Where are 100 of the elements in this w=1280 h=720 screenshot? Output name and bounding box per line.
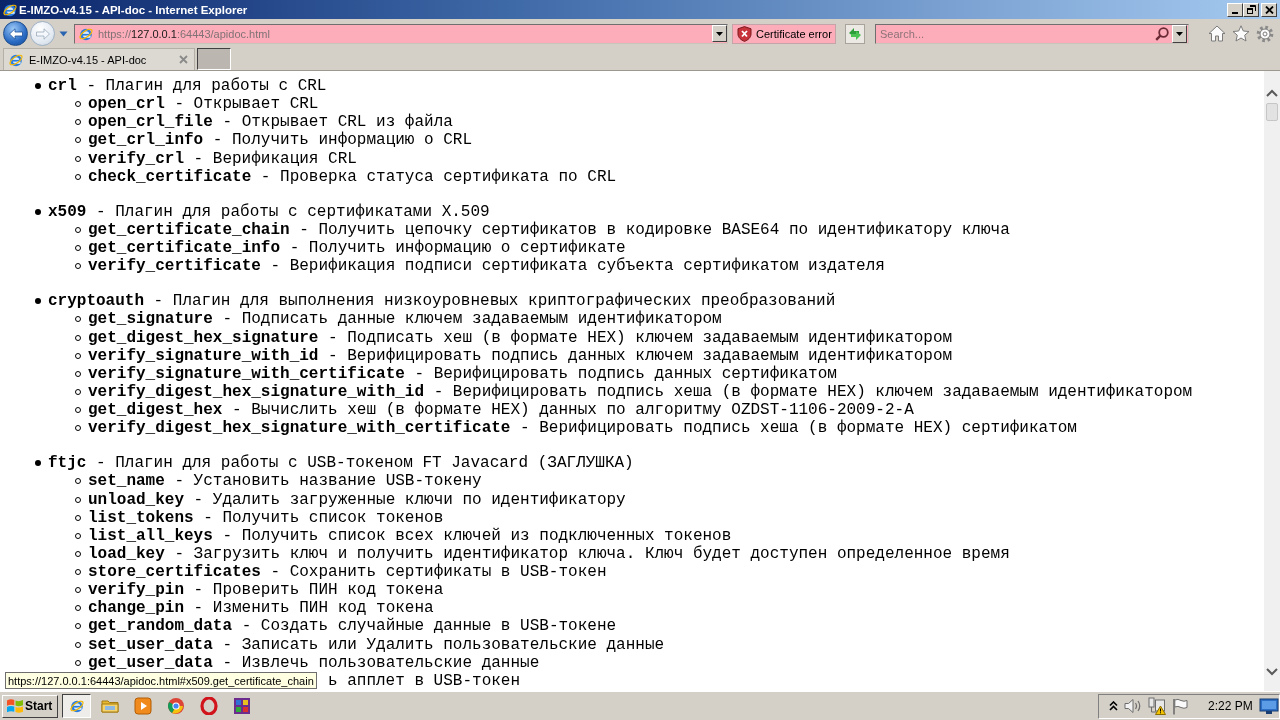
method-description: ь апплет в USB-токен [328,671,521,690]
method-description: - Верификация CRL [193,149,357,168]
method-link[interactable]: verify_crl [88,149,184,168]
method-link[interactable]: get_random_data [88,617,233,636]
method-description: - Верифицировать подпись хеша (в формате HEX) сертификатом [520,419,1077,438]
method-description: - Подписать хеш (в формате HEX) ключем задаваемым идентификатором [328,328,953,347]
method-description: - Создать случайные данные в USB-токене [241,617,617,636]
method-link[interactable]: verify_signature_with_certificate [88,364,405,383]
method-link[interactable]: get_certificate_chain [88,220,290,239]
method-description: - Удалить загруженные ключи по идентификатору [193,490,626,509]
method-link[interactable]: load_key [88,544,165,563]
restore-icon [1246,5,1256,14]
scroll-thumb[interactable] [1266,103,1278,121]
browser-tab[interactable]: E-IMZO-v4.15 - API-doc [3,48,195,70]
method-description: - Верифицировать подпись данных ключем задаваемым идентификатором [328,346,953,365]
method-description: - Установить название USB-токену [174,472,482,491]
star-icon[interactable] [1232,25,1250,42]
method-description: - Верифицировать подпись данных сертификатом [414,364,837,383]
plugin-description: - Плагин для выполнения низкоуровневых криптографических преобразований [153,292,836,311]
window-title: E-IMZO-v4.15 - API-doc - Internet Explorer [19,3,248,16]
plugin-link[interactable]: x509 [48,202,87,221]
method-description: - Подписать данные ключем задаваемым идентификатором [222,310,722,329]
method-link[interactable]: open_crl [88,95,165,114]
method-link[interactable]: open_crl_file [88,113,213,132]
back-arrow-icon [8,27,23,40]
address-field[interactable]: https://127.0.0.1:64443/apidoc.html [74,23,728,44]
search-field[interactable]: Search... [875,23,1189,44]
scroll-down-icon[interactable] [1266,668,1278,676]
method-link[interactable]: get_user_data [88,653,213,672]
scrollbar[interactable] [1264,71,1280,691]
settings-icon[interactable] [1256,24,1274,43]
method-link[interactable]: verify_pin [88,581,184,600]
method-link[interactable]: store_certificates [88,563,261,582]
method-link[interactable]: set_user_data [88,635,213,654]
caret-icon [1176,31,1183,36]
plugin-description: - Плагин для работы с USB-токеном FT Javacard (ЗАГЛУШКА) [96,454,634,473]
method-description: - Верификация подписи сертификата субъекта сертификатом издателя [270,257,885,276]
method-description: - Получить информацию о сертификате [289,239,626,258]
method-link[interactable]: change_pin [88,599,184,618]
search-icon[interactable] [1155,26,1169,41]
bullet-icon [35,298,41,305]
new-tab-button[interactable] [197,48,231,70]
speaker-icon[interactable] [1124,698,1142,714]
forward-arrow-icon [35,27,50,40]
method-link[interactable]: verify_digest_hex_signature_with_id [88,382,425,401]
method-link[interactable]: get_crl_info [88,131,204,150]
plugin-link[interactable]: cryptoauth [48,292,144,311]
method-link[interactable]: get_digest_hex_signature [88,328,319,347]
restore-button[interactable] [1243,2,1259,17]
flag-icon[interactable] [1172,697,1188,715]
method-link[interactable]: check_certificate [88,167,252,186]
method-link[interactable]: list_all_keys [88,526,213,545]
method-link[interactable]: list_tokens [88,508,194,527]
plugin-link[interactable]: ftjc [48,454,87,473]
method-description: - Верифицировать подпись хеша (в формате HEX) ключем задаваемым идентификатором [433,382,1193,401]
method-link[interactable]: set_name [88,472,165,491]
double-caret-icon[interactable] [1109,701,1118,711]
close-icon [1264,5,1274,14]
method-description: - Извлечь пользовательские данные [222,653,540,672]
home-icon[interactable] [1208,25,1226,42]
taskbar-button[interactable] [62,694,91,718]
blocks-icon [232,697,251,715]
close-icon[interactable] [179,55,188,64]
minimize-button[interactable] [1227,2,1243,17]
bullet-icon [35,208,41,215]
method-link[interactable]: get_certificate_info [88,239,281,258]
link-tooltip: https://127.0.0.1:64443/apidoc.html#x509.get_certificate_chain [5,672,317,689]
method-link[interactable]: unload_key [88,490,184,509]
folder-icon [100,697,119,715]
plugin-description: - Плагин для работы с CRL [86,77,327,96]
method-description: - Загрузить ключ и получить идентификатор ключа. Ключ будет доступен определенное время [174,544,1010,563]
start-button[interactable]: Start [2,694,58,718]
play-icon [133,697,152,715]
network-warning-icon[interactable] [1148,697,1166,715]
method-description: - Получить список всех ключей из подключенных токенов [222,526,732,545]
method-description: - Записать или Удалить пользовательские данные [222,635,665,654]
browser-icon [68,698,85,714]
caret-icon [716,31,723,36]
back-button[interactable] [3,21,28,46]
method-link[interactable]: verify_certificate [88,257,261,276]
method-description: - Получить информацию о CRL [212,131,473,150]
method-description: - Получить цепочку сертификатов в кодировке BASE64 по идентификатору ключа [299,220,1010,239]
scroll-up-icon[interactable] [1266,89,1278,97]
method-description: - Сохранить сертификаты в USB-токен [270,563,607,582]
method-link[interactable]: verify_digest_hex_signature_with_certificate [88,419,511,438]
method-description: - Открывает CRL [174,95,319,114]
method-link[interactable]: get_digest_hex [88,401,223,420]
method-description: - Вычислить хеш (в формате HEX) данных по алгоритму OZDST-1106-2009-2-A [232,401,914,420]
certificate-error-button[interactable]: Certificate error [732,23,836,44]
start-logo-icon [6,698,24,714]
address-dropdown-button[interactable] [712,25,727,42]
refresh-button[interactable] [845,23,865,44]
close-button[interactable] [1261,2,1277,17]
method-link[interactable]: verify_signature_with_id [88,346,319,365]
show-desktop-icon[interactable] [1258,697,1279,715]
method-link[interactable]: get_signature [88,310,213,329]
shield-icon [737,25,752,42]
plugin-link[interactable]: crl [48,77,77,96]
clock: 2:22 PM [1208,699,1253,713]
method-description: - Получить список токенов [203,508,444,527]
